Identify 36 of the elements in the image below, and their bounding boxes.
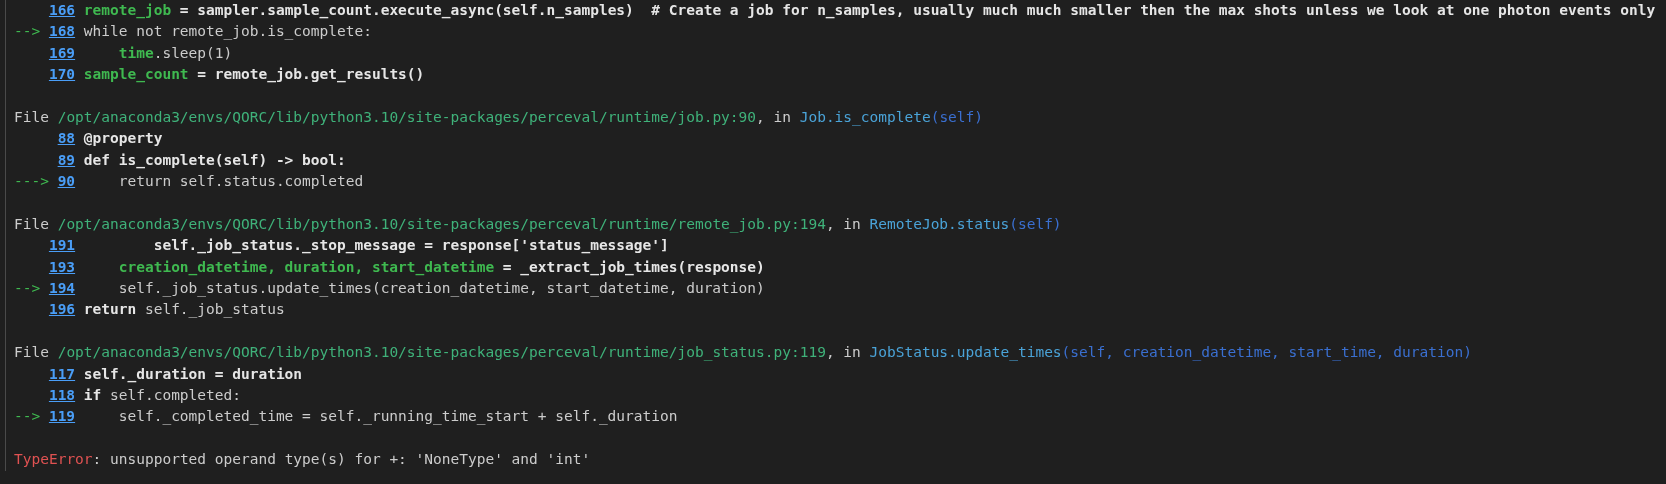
line-number-link[interactable]: 118	[48, 385, 76, 407]
line-number-link[interactable]: 88	[57, 128, 76, 150]
line-number-link[interactable]: 194	[48, 278, 76, 300]
code-line: if self.completed:	[83, 386, 241, 406]
line-number-link[interactable]: 168	[48, 21, 76, 43]
code-line: return self.status.completed	[117, 172, 364, 192]
code-line: return self._job_status	[83, 300, 285, 320]
line-number-link[interactable]: 90	[57, 171, 76, 193]
code-line: remote_job = sampler.sample_count.execute_async(self.n_samples) # Create a job for n_samples, usually much much smaller then the max shots unless we look at one photon events only	[83, 1, 1656, 21]
line-number-link[interactable]: 196	[48, 299, 76, 321]
arrow-marker: -->	[14, 23, 41, 40]
line-number-link[interactable]: 166	[48, 0, 76, 22]
line-number-link[interactable]: 89	[57, 149, 76, 172]
code-line: @property	[83, 129, 163, 149]
line-number-link[interactable]: 193	[48, 256, 76, 279]
file-header: File /opt/anaconda3/envs/QORC/lib/python3.10/site-packages/perceval/runtime/job.py:90, in Job.is_complete(self)	[14, 107, 985, 128]
code-line: self._duration = duration	[83, 364, 303, 385]
error-message: TypeError: unsupported operand type(s) for +: 'NoneType' and 'int'	[14, 450, 592, 470]
arrow-marker: --->	[14, 173, 49, 190]
line-number-link[interactable]: 117	[48, 363, 76, 386]
code-line: sample_count = remote_job.get_results()	[83, 65, 425, 85]
arrow-marker: -->	[14, 408, 41, 425]
code-line: self._job_status.update_times(creation_datetime, start_datetime, duration)	[117, 279, 765, 299]
code-line: while not remote_job.is_complete:	[83, 22, 372, 42]
file-header: File /opt/anaconda3/envs/QORC/lib/python3.10/site-packages/perceval/runtime/job_status.py:119, in JobStatus.update_times(self, creation_datetime, start_time, duration)	[14, 343, 1473, 363]
code-line: time.sleep(1)	[117, 43, 233, 63]
code-line: self._job_status._stop_message = response['status_message']	[152, 236, 669, 256]
arrow-marker: -->	[14, 280, 41, 297]
line-number-link[interactable]: 191	[48, 235, 76, 257]
line-number-link[interactable]: 119	[48, 406, 76, 428]
code-line: self._completed_time = self._running_time_start + self._duration	[117, 407, 678, 427]
code-line: def is_complete(self) -> bool:	[83, 150, 346, 171]
line-number-link[interactable]: 170	[48, 64, 76, 86]
code-line: creation_datetime, duration, start_datetime = _extract_job_times(response)	[117, 257, 765, 278]
file-header: File /opt/anaconda3/envs/QORC/lib/python3.10/site-packages/perceval/runtime/remote_job.py:194, in RemoteJob.status(self)	[14, 214, 1063, 235]
line-number-link[interactable]: 169	[48, 42, 76, 65]
